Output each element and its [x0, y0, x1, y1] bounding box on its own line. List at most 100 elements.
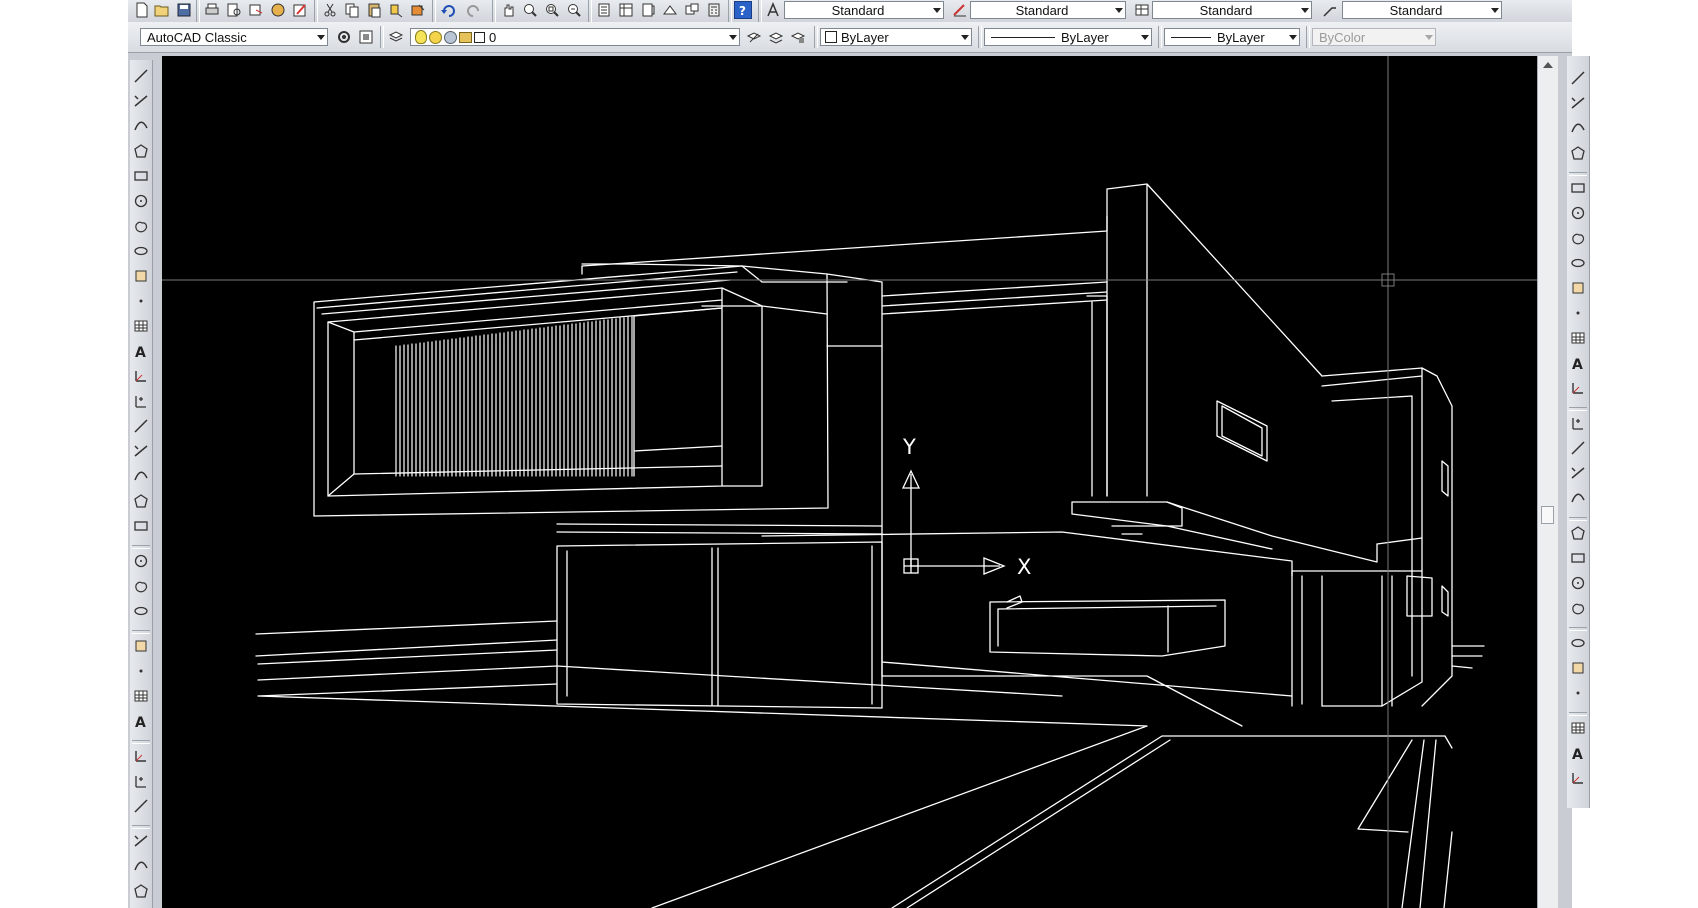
mleader-style-icon[interactable]: [1570, 770, 1586, 786]
arc-icon[interactable]: [133, 193, 149, 209]
y-rotate-ucs-icon[interactable]: [133, 833, 149, 849]
view-ucs-icon[interactable]: [133, 688, 149, 704]
point-icon[interactable]: [133, 393, 149, 409]
aligned-dim-icon[interactable]: [1570, 95, 1586, 111]
ellipse-arc-icon[interactable]: [133, 318, 149, 334]
scroll-thumb[interactable]: [1541, 506, 1554, 524]
z-rotate-ucs-icon[interactable]: [133, 858, 149, 874]
dimtedit-icon[interactable]: [1570, 550, 1586, 566]
multileader-style-icon[interactable]: [1320, 1, 1340, 19]
open-icon[interactable]: [152, 1, 172, 19]
object-ucs-icon[interactable]: [133, 663, 149, 679]
make-block-icon[interactable]: [133, 368, 149, 384]
rectangle-icon[interactable]: [133, 168, 149, 184]
ucs-previous-icon[interactable]: [133, 603, 149, 619]
color-control-select[interactable]: ByLayer: [820, 28, 972, 46]
layer-select[interactable]: 0: [410, 28, 740, 46]
pan-icon[interactable]: [498, 1, 518, 19]
x-rotate-ucs-icon[interactable]: [133, 798, 149, 814]
baseline-icon[interactable]: [1570, 305, 1586, 321]
apply-ucs-icon[interactable]: [133, 883, 149, 899]
construction-line-icon[interactable]: [133, 93, 149, 109]
customize-icon[interactable]: [356, 28, 376, 46]
scroll-up-arrow[interactable]: [1543, 62, 1553, 68]
remove-leader-icon[interactable]: [1570, 685, 1586, 701]
3point-ucs-icon[interactable]: [133, 773, 149, 789]
region-icon[interactable]: [133, 468, 149, 484]
match-properties-icon[interactable]: [386, 1, 406, 19]
origin-ucs-icon[interactable]: A: [133, 713, 149, 731]
markup-icon[interactable]: [290, 1, 310, 19]
copy-icon[interactable]: [342, 1, 362, 19]
line-icon[interactable]: [133, 68, 149, 84]
diameter-icon[interactable]: [1570, 230, 1586, 246]
circle-icon[interactable]: [133, 218, 149, 234]
quick-dim-icon[interactable]: [1570, 280, 1586, 296]
mleader-collect-icon[interactable]: A: [1570, 745, 1586, 763]
workspace-select[interactable]: AutoCAD Classic: [140, 28, 328, 46]
radius-icon[interactable]: [1570, 180, 1586, 196]
workspace-settings-icon[interactable]: [334, 28, 354, 46]
layer-previous-icon[interactable]: [766, 28, 786, 46]
dimension-style-icon[interactable]: [950, 1, 970, 19]
sheet-set-icon[interactable]: [660, 1, 680, 19]
center-mark-icon[interactable]: [1570, 440, 1586, 456]
continue-icon[interactable]: [1570, 330, 1586, 346]
arc-length-icon[interactable]: [1570, 120, 1586, 136]
angular-icon[interactable]: [1570, 255, 1586, 271]
tool-palettes-icon[interactable]: [638, 1, 658, 19]
revision-cloud-icon[interactable]: [133, 243, 149, 259]
insert-block-icon[interactable]: A: [133, 343, 149, 361]
jogged-linear-icon[interactable]: [1570, 490, 1586, 506]
jogged-icon[interactable]: [1570, 205, 1586, 221]
add-leader-icon[interactable]: [1570, 660, 1586, 676]
new-icon[interactable]: [132, 1, 152, 19]
dim-update-icon[interactable]: [1570, 575, 1586, 591]
zoom-previous-icon[interactable]: [564, 1, 584, 19]
dim-space-icon[interactable]: A: [1570, 355, 1586, 373]
cut-icon[interactable]: [320, 1, 340, 19]
multileader-style-select[interactable]: Standard: [1342, 1, 1502, 19]
publish-icon[interactable]: [246, 1, 266, 19]
tolerance-icon[interactable]: [1570, 415, 1586, 431]
markup-manager-icon[interactable]: [682, 1, 702, 19]
hatch-icon[interactable]: [133, 418, 149, 434]
3d-dwf-icon[interactable]: [268, 1, 288, 19]
table-icon[interactable]: [133, 493, 149, 509]
face-ucs-icon[interactable]: [133, 638, 149, 654]
inspection-icon[interactable]: [1570, 465, 1586, 481]
polygon-icon[interactable]: [133, 143, 149, 159]
spline-icon[interactable]: [133, 268, 149, 284]
dim-style-icon[interactable]: [1570, 600, 1586, 616]
polyline-icon[interactable]: [133, 118, 149, 134]
properties-icon[interactable]: [594, 1, 614, 19]
design-center-icon[interactable]: [616, 1, 636, 19]
world-ucs-icon[interactable]: [133, 578, 149, 594]
help-icon[interactable]: ?: [734, 1, 752, 19]
plot-icon[interactable]: [202, 1, 222, 19]
paste-icon[interactable]: [364, 1, 384, 19]
layer-states-icon[interactable]: [788, 28, 808, 46]
lineweight-control-select[interactable]: ByLayer: [1164, 28, 1300, 46]
dimedit-icon[interactable]: [1570, 525, 1586, 541]
save-icon[interactable]: [174, 1, 194, 19]
z-axis-ucs-icon[interactable]: [133, 748, 149, 764]
table-style-select[interactable]: Standard: [1152, 1, 1312, 19]
mleader-align-icon[interactable]: [1570, 720, 1586, 736]
table-style-icon[interactable]: [1132, 1, 1152, 19]
gradient-icon[interactable]: [133, 443, 149, 459]
ordinate-icon[interactable]: [1570, 145, 1586, 161]
dimension-style-select[interactable]: Standard: [970, 1, 1126, 19]
plot-style-control-select[interactable]: ByColor: [1312, 28, 1436, 46]
zoom-window-icon[interactable]: [542, 1, 562, 19]
ucs-icon[interactable]: [133, 553, 149, 569]
redo-icon[interactable]: [464, 1, 484, 19]
block-editor-icon[interactable]: [408, 1, 428, 19]
multiline-text-icon[interactable]: [133, 518, 149, 534]
undo-icon[interactable]: [438, 1, 458, 19]
linetype-control-select[interactable]: ByLayer: [984, 28, 1152, 46]
text-style-select[interactable]: Standard: [784, 1, 944, 19]
drawing-canvas[interactable]: Y X: [162, 56, 1537, 908]
text-style-icon[interactable]: [764, 1, 784, 19]
linear-dim-icon[interactable]: [1570, 70, 1586, 86]
